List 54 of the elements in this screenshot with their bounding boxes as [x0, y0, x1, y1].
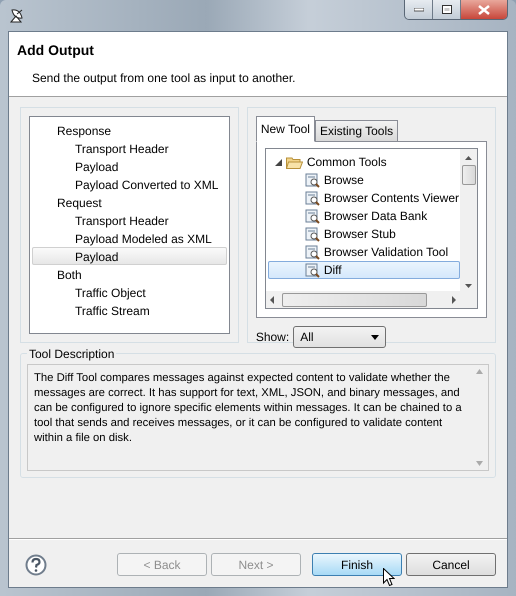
tree-item[interactable]: Response: [32, 121, 227, 139]
minimize-icon: [414, 8, 424, 12]
tree-item[interactable]: Payload: [32, 157, 227, 175]
expand-arrow-icon[interactable]: [274, 158, 282, 166]
tab[interactable]: Existing Tools: [314, 120, 398, 142]
tree-item[interactable]: Browser Stub: [268, 225, 460, 243]
tree-item[interactable]: Payload: [32, 247, 227, 265]
dialog-title: Add Output: [17, 41, 95, 60]
vertical-scrollbar[interactable]: [460, 149, 477, 291]
tree-item[interactable]: Common Tools: [268, 153, 460, 171]
show-label: Show:: [256, 329, 290, 346]
maximize-button[interactable]: [433, 0, 461, 19]
tree-item[interactable]: Transport Header: [32, 211, 227, 229]
show-dropdown[interactable]: All: [293, 326, 386, 348]
maximize-icon: [442, 5, 452, 14]
tree-item[interactable]: Request: [32, 193, 227, 211]
tree-item[interactable]: Browser Validation Tool: [268, 243, 460, 261]
minimize-button[interactable]: [405, 0, 433, 19]
tree-item-label: Common Tools: [306, 154, 387, 171]
tab[interactable]: New Tool: [256, 116, 315, 142]
tree-item[interactable]: Transport Header: [32, 139, 227, 157]
tree-item[interactable]: Browser Contents Viewer: [268, 189, 460, 207]
tree-item-label: Browse: [324, 172, 364, 189]
dialog-button[interactable]: Cancel: [406, 553, 496, 576]
mouse-cursor-icon: [383, 568, 395, 587]
tree-item-label: Diff: [324, 262, 342, 279]
dropdown-caret-icon: [371, 334, 380, 340]
tree-item[interactable]: Diff: [268, 261, 460, 279]
tree-item[interactable]: Payload Converted to XML: [32, 175, 227, 193]
help-icon[interactable]: [25, 554, 47, 576]
tree-item[interactable]: Browse: [268, 171, 460, 189]
document-magnifier-icon: [304, 172, 320, 188]
tree-item-label: Browser Validation Tool: [324, 244, 448, 261]
dialog-description: Send the output from one tool as input to another.: [32, 70, 297, 87]
tree-item[interactable]: Payload Modeled as XML: [32, 229, 227, 247]
tree-item[interactable]: Traffic Stream: [32, 301, 227, 319]
horizontal-scrollbar[interactable]: [266, 291, 477, 308]
folder-icon: [286, 156, 303, 168]
document-magnifier-icon: [304, 190, 320, 206]
document-magnifier-icon: [304, 208, 320, 224]
tree-item[interactable]: Traffic Object: [32, 283, 227, 301]
tool-description-text: The Diff Tool compares messages against expected content to validate whether the messages are correct. It has support for text, XML, JSON, and binary messages, and can be configured to ignore specific elements within messages. It can be chained to a tool that sends and receives messages, or it can be configured to validate content within a file on disk.: [33, 371, 463, 446]
tree-item[interactable]: Both: [32, 265, 227, 283]
close-button[interactable]: [461, 0, 507, 19]
close-icon: [478, 4, 490, 14]
tree-item-label: Browser Contents Viewer: [324, 190, 459, 207]
document-magnifier-icon: [304, 226, 320, 242]
tree-item-label: Browser Data Bank: [324, 208, 428, 225]
tree-item[interactable]: Browser Data Bank: [268, 207, 460, 225]
tree-item-label: Browser Stub: [324, 226, 396, 243]
scrollbar-thumb[interactable]: [462, 165, 476, 185]
scrollbar-thumb[interactable]: [282, 292, 427, 306]
document-magnifier-icon: [304, 244, 320, 260]
document-magnifier-icon: [304, 262, 320, 278]
